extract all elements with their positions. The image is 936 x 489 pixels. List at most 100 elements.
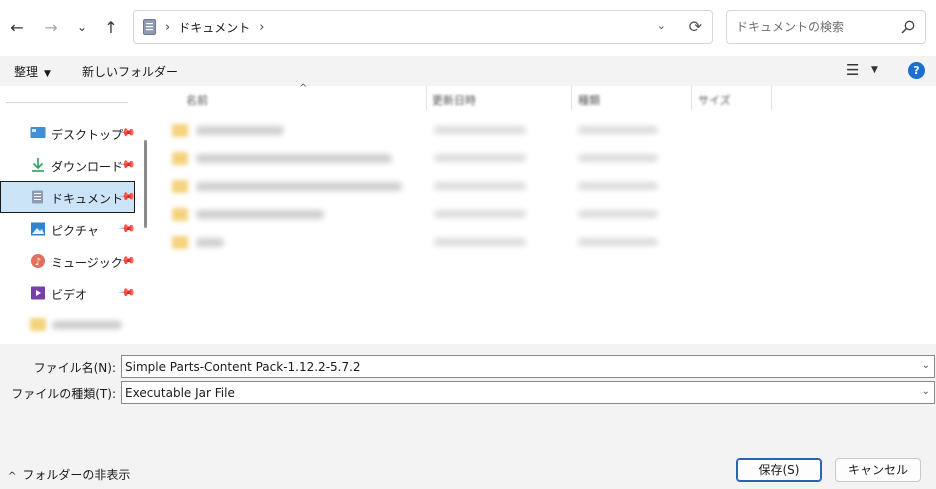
- file-date-blurred: [434, 182, 526, 190]
- address-bar[interactable]: › ドキュメント › ⌄ ⟳: [133, 10, 713, 44]
- dialog-footer: ^ フォルダーの非表示 保存(S) キャンセル: [0, 444, 936, 489]
- filename-combobox[interactable]: ⌄: [121, 355, 935, 378]
- cancel-button[interactable]: キャンセル: [835, 458, 921, 482]
- file-type-blurred: [578, 238, 658, 246]
- forward-arrow-icon: →: [44, 17, 58, 37]
- folder-icon[interactable]: [30, 318, 46, 331]
- column-header-type[interactable]: 種類: [578, 92, 688, 116]
- hide-folders-toggle[interactable]: ^ フォルダーの非表示: [8, 466, 130, 483]
- breadcrumb-documents[interactable]: ドキュメント: [178, 19, 250, 36]
- breadcrumb-separator[interactable]: ›: [165, 20, 170, 35]
- column-header-size[interactable]: サイズ: [698, 92, 768, 116]
- sidebar-item-pictures[interactable]: ピクチャ 📌: [0, 214, 136, 244]
- refresh-icon[interactable]: ⟳: [689, 17, 702, 36]
- back-arrow-icon: ←: [10, 17, 24, 37]
- search-icon[interactable]: [901, 20, 915, 34]
- new-folder-button[interactable]: 新しいフォルダー: [82, 63, 178, 80]
- file-date-blurred: [434, 210, 526, 218]
- document-icon: [143, 19, 156, 35]
- folder-icon: [172, 152, 188, 165]
- sidebar-item-label: デスクトップ: [51, 128, 124, 142]
- hide-folders-label: フォルダーの非表示: [22, 468, 131, 482]
- organize-button[interactable]: 整理 ▼: [14, 63, 51, 80]
- search-box[interactable]: [726, 10, 926, 44]
- view-caret-down-icon[interactable]: ▼: [871, 65, 878, 75]
- file-date-blurred: [434, 154, 526, 162]
- file-type-blurred: [578, 154, 658, 162]
- video-icon: [31, 286, 45, 300]
- folder-icon: [172, 180, 188, 193]
- chevron-up-icon: ^: [8, 471, 17, 482]
- desktop-icon: [30, 127, 46, 138]
- table-row[interactable]: [152, 172, 936, 200]
- command-bar: 整理 ▼ 新しいフォルダー ☰ ▼ ?: [0, 56, 936, 86]
- navigation-pane: デスクトップ 📌 ダウンロード 📌 ドキュメント 📌 ピクチャ 📌 ♪ ミュージ…: [0, 86, 152, 344]
- column-header-name[interactable]: 名前: [186, 92, 426, 116]
- view-options-icon[interactable]: ☰: [846, 61, 859, 79]
- column-divider[interactable]: [426, 86, 427, 110]
- filetype-label: ファイルの種類(T):: [11, 387, 116, 401]
- sidebar-item-music[interactable]: ♪ ミュージック 📌: [0, 246, 136, 276]
- file-name-blurred: [196, 238, 224, 247]
- organize-label: 整理: [14, 65, 39, 79]
- sidebar-item-videos[interactable]: ビデオ 📌: [0, 278, 136, 308]
- chevron-down-icon: ⌄: [76, 20, 88, 34]
- folder-icon: [172, 124, 188, 137]
- sidebar-item-desktop[interactable]: デスクトップ 📌: [0, 118, 136, 148]
- file-name-blurred: [196, 182, 402, 191]
- nav-divider: [6, 102, 128, 103]
- document-icon: [32, 190, 43, 204]
- sidebar-item-label: ダウンロード: [51, 160, 124, 174]
- help-icon[interactable]: ?: [908, 62, 925, 79]
- file-name-blurred: [196, 126, 284, 135]
- file-type-blurred: [578, 182, 658, 190]
- pin-icon[interactable]: 📌: [117, 283, 136, 302]
- file-name-blurred: [196, 210, 324, 219]
- pin-icon[interactable]: 📌: [117, 219, 136, 238]
- caret-down-icon: ▼: [44, 69, 51, 79]
- folder-icon: [172, 236, 188, 249]
- nav-scrollbar[interactable]: [144, 140, 147, 228]
- filename-label: ファイル名(N):: [33, 361, 116, 375]
- sidebar-item-label: ビデオ: [51, 288, 88, 302]
- filetype-value: Executable Jar File: [125, 385, 235, 400]
- up-button[interactable]: ↑: [100, 16, 122, 38]
- save-button[interactable]: 保存(S): [736, 458, 822, 482]
- file-type-blurred: [578, 126, 658, 134]
- file-list: ^ 名前 更新日時 種類 サイズ: [152, 83, 936, 344]
- breadcrumb-separator[interactable]: ›: [259, 20, 264, 35]
- table-row[interactable]: [152, 228, 936, 256]
- search-input[interactable]: [736, 20, 896, 34]
- filetype-select[interactable]: Executable Jar File ⌄: [121, 381, 935, 404]
- sidebar-item-label: ドキュメント: [51, 192, 124, 206]
- file-date-blurred: [434, 238, 526, 246]
- file-date-blurred: [434, 126, 526, 134]
- column-divider[interactable]: [571, 86, 572, 110]
- folder-icon: [172, 208, 188, 221]
- file-type-blurred: [578, 210, 658, 218]
- file-name-blurred: [196, 154, 392, 163]
- filename-input[interactable]: [125, 359, 905, 374]
- sidebar-item-label: ピクチャ: [51, 224, 99, 238]
- music-icon: ♪: [31, 254, 45, 268]
- svg-text:♪: ♪: [35, 257, 41, 268]
- forward-button[interactable]: →: [40, 16, 62, 38]
- column-divider[interactable]: [771, 86, 772, 110]
- table-row[interactable]: [152, 144, 936, 172]
- recent-locations-button[interactable]: ⌄: [71, 16, 93, 38]
- column-divider[interactable]: [691, 86, 692, 110]
- sidebar-item-documents[interactable]: ドキュメント 📌: [0, 181, 136, 213]
- chevron-down-icon[interactable]: ⌄: [922, 386, 930, 397]
- table-row[interactable]: [152, 200, 936, 228]
- sidebar-item-downloads[interactable]: ダウンロード 📌: [0, 150, 136, 180]
- save-form: ファイル名(N): ⌄ ファイルの種類(T): Executable Jar F…: [0, 344, 936, 444]
- table-row[interactable]: [152, 116, 936, 144]
- address-history-dropdown-icon[interactable]: ⌄: [657, 19, 666, 32]
- column-header-date[interactable]: 更新日時: [432, 92, 572, 116]
- up-arrow-icon: ↑: [104, 17, 118, 37]
- back-button[interactable]: ←: [6, 16, 28, 38]
- sidebar-item-blurred[interactable]: [52, 321, 122, 329]
- picture-icon: [31, 222, 45, 236]
- chevron-down-icon[interactable]: ⌄: [922, 360, 930, 371]
- sidebar-item-label: ミュージック: [51, 256, 123, 270]
